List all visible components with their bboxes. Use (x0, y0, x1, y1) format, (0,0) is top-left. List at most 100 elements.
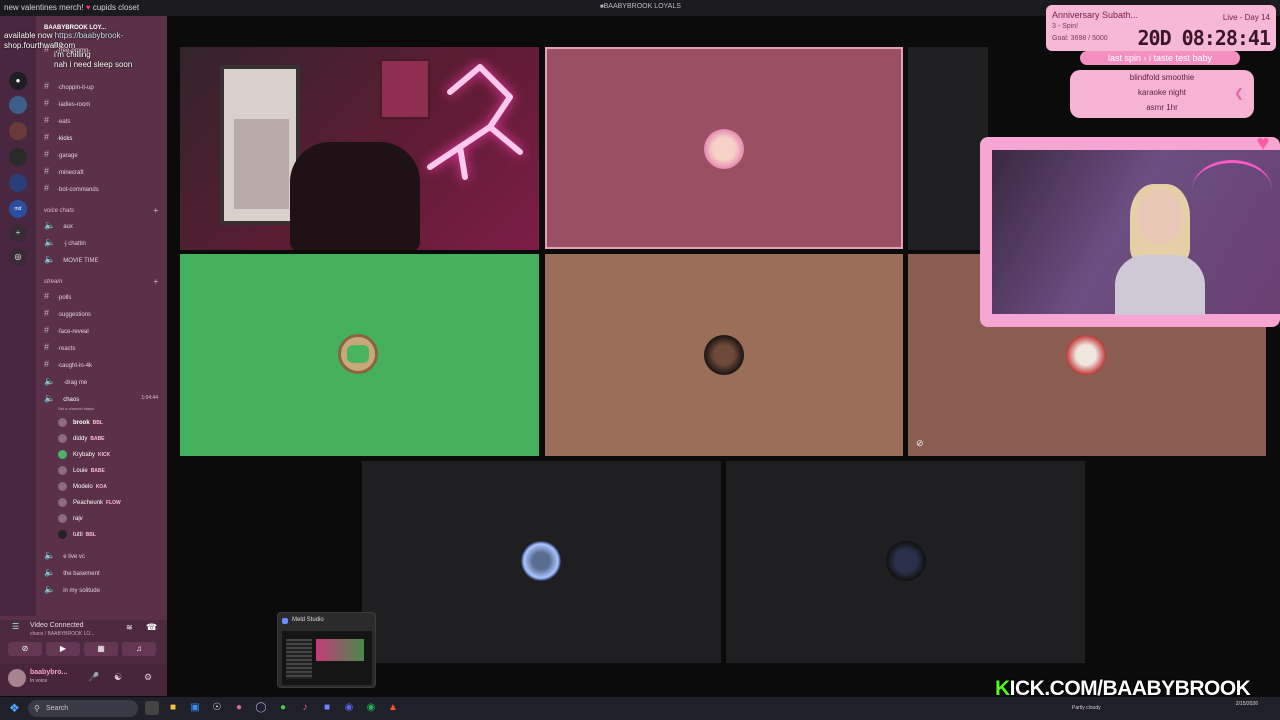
facecam-video (992, 150, 1280, 315)
avatar (704, 335, 744, 375)
task-view-icon[interactable] (145, 701, 159, 715)
channel-item[interactable]: # ·ladies-room (44, 97, 164, 109)
meld-icon[interactable]: ■ (320, 701, 334, 715)
category-stream[interactable]: stream + (44, 276, 164, 288)
arrow-left-icon: ❮ (1233, 86, 1244, 100)
voice-member[interactable]: tutti BBL (58, 528, 168, 542)
neon-light (427, 64, 523, 180)
server-icon[interactable]: md (9, 200, 27, 218)
server-icon[interactable] (9, 122, 27, 140)
ticker-suffix: cupids closet (92, 3, 140, 12)
channel-item[interactable]: # ·bot-commands (44, 182, 164, 194)
channel-status-hint[interactable]: Set a channel status (58, 403, 178, 415)
voice-member[interactable]: diddy BABE (58, 432, 168, 446)
voice-channel-item[interactable]: 🔈 ·j chattin (44, 236, 164, 248)
server-list: ● md + ◎ (0, 16, 36, 616)
app-icon[interactable]: ● (232, 701, 246, 715)
last-spin-pill: last spin › i taste test baby (1080, 51, 1240, 65)
search-icon: ⚲ (34, 704, 40, 713)
video-tile-webcam[interactable] (180, 47, 539, 250)
server-header[interactable]: BAABYBROOK LOY... (44, 22, 164, 34)
merch-ticker: new valentines merch! ♥ cupids closet (4, 3, 139, 12)
channel-item[interactable]: # ·polls (44, 290, 164, 302)
spotify-icon[interactable]: ◉ (364, 701, 378, 715)
xbox-icon[interactable]: ● (276, 701, 290, 715)
voice-channel-item[interactable]: 🔈 in my solitude (44, 583, 164, 595)
voice-status: Video Connected (30, 622, 84, 629)
channel-item[interactable]: # ·garage (44, 148, 164, 160)
voice-member[interactable]: rajv (58, 512, 168, 526)
noise-suppression-icon[interactable]: ≋ (126, 623, 133, 632)
settings-gear-icon[interactable]: ⚙ (144, 672, 152, 683)
mic-icon[interactable]: 🎤 (88, 672, 99, 683)
window-thumbnail[interactable] (282, 631, 372, 685)
subathon-timer: 20D 08:28:41 (1137, 26, 1271, 50)
screen: new valentines merch! ♥ cupids closet BA… (0, 0, 1280, 720)
channel-item[interactable]: # ·minecraft (44, 165, 164, 177)
voice-channel-item[interactable]: 🔈 ·drag me (44, 375, 164, 387)
brave-icon[interactable]: ▲ (386, 701, 400, 715)
disconnect-icon[interactable]: ☎ (146, 622, 157, 633)
server-icon[interactable] (9, 96, 27, 114)
user-panel: baabybro... In voice 🎤 ☯ ⚙ (0, 664, 167, 696)
channel-item[interactable]: # ·suggestions (44, 307, 164, 319)
soundboard-button[interactable]: ♫ (122, 642, 156, 656)
video-tile-speaking[interactable] (545, 47, 903, 249)
channel-item[interactable]: # ·caught-in-4k (44, 358, 164, 370)
avatar[interactable] (8, 669, 26, 687)
voice-member[interactable]: Krybaby KICK (58, 448, 168, 462)
channel-item[interactable]: # ·kicks (44, 131, 164, 143)
discord-icon (347, 345, 369, 363)
taskbar-clock[interactable]: 2/15/2026 (1228, 701, 1258, 707)
voice-member[interactable]: Louie BABE (58, 464, 168, 478)
speaker-icon: 🔈 (44, 550, 56, 560)
add-server-icon[interactable]: + (9, 224, 27, 242)
headphones-icon[interactable]: ☯ (114, 672, 122, 683)
folder-icon[interactable]: ▣ (188, 701, 202, 715)
taskbar-preview-meld[interactable]: Meld Studio (277, 612, 376, 688)
windows-start-icon[interactable]: ❖ (9, 701, 23, 715)
screen-share-button[interactable]: ▶ (46, 642, 80, 656)
username[interactable]: baabybro... (30, 669, 67, 676)
server-icon[interactable] (9, 148, 27, 166)
voice-member[interactable]: brook BBL (58, 416, 168, 430)
subathon-title: Anniversary Subath... (1052, 10, 1139, 20)
discord-icon[interactable]: ◉ (342, 701, 356, 715)
camera-off-button[interactable]: ⊘ (8, 642, 42, 656)
voice-channel-item[interactable]: 🔈 aux (44, 219, 164, 231)
channel-item[interactable]: # ·face-reveal (44, 324, 164, 336)
video-tile-tan[interactable] (545, 254, 903, 456)
file-explorer-icon[interactable]: ■ (166, 701, 180, 715)
voice-connection-panel: ☰ Video Connected chaos / BAABYBROOK LO.… (0, 620, 167, 696)
speaker-icon: 🔈 (44, 237, 56, 247)
avatar (1066, 335, 1106, 375)
taskbar-search[interactable]: ⚲ Search (28, 700, 138, 717)
channel-item[interactable]: # ·choppin-it-up (44, 80, 164, 92)
video-tile-dark[interactable] (726, 461, 1085, 663)
ticker-text: new valentines merch! (4, 3, 84, 12)
video-tile-green[interactable] (180, 254, 539, 456)
channel-item[interactable]: # -free-promo- (44, 43, 164, 55)
app-icon[interactable]: ☉ (210, 701, 224, 715)
channel-item[interactable]: # ·reacts (44, 341, 164, 353)
tiktok-icon[interactable]: ♪ (298, 701, 312, 715)
voice-channel-item[interactable]: 🔈 e live vc (44, 549, 164, 561)
discord-home-icon[interactable]: ● (9, 72, 27, 90)
weather-text[interactable]: Partly cloudy (1072, 705, 1101, 711)
explore-icon[interactable]: ◎ (9, 248, 27, 266)
signal-icon: ☰ (12, 622, 20, 631)
speaker-icon: 🔈 (44, 376, 56, 386)
voice-member[interactable]: Peacheunk FLOW (58, 496, 168, 510)
channel-item[interactable]: # ·eats (44, 114, 164, 126)
video-tile-dark[interactable] (362, 461, 721, 663)
voice-member[interactable]: Modelo KOA (58, 480, 168, 494)
activities-button[interactable]: ▦ (84, 642, 118, 656)
steam-icon[interactable]: ◯ (254, 701, 268, 715)
category-voice-chats[interactable]: voice chats + (44, 205, 164, 217)
voice-channel-item[interactable]: 🔈 the basement (44, 566, 164, 578)
video-tile-dark[interactable] (908, 47, 988, 250)
discord-sidebar: ● md + ◎ available now https://baabybroo… (0, 16, 167, 696)
server-icon[interactable] (9, 174, 27, 192)
voice-channel-item[interactable]: 🔈 MOVIE TIME (44, 253, 164, 265)
avatar (704, 129, 744, 169)
